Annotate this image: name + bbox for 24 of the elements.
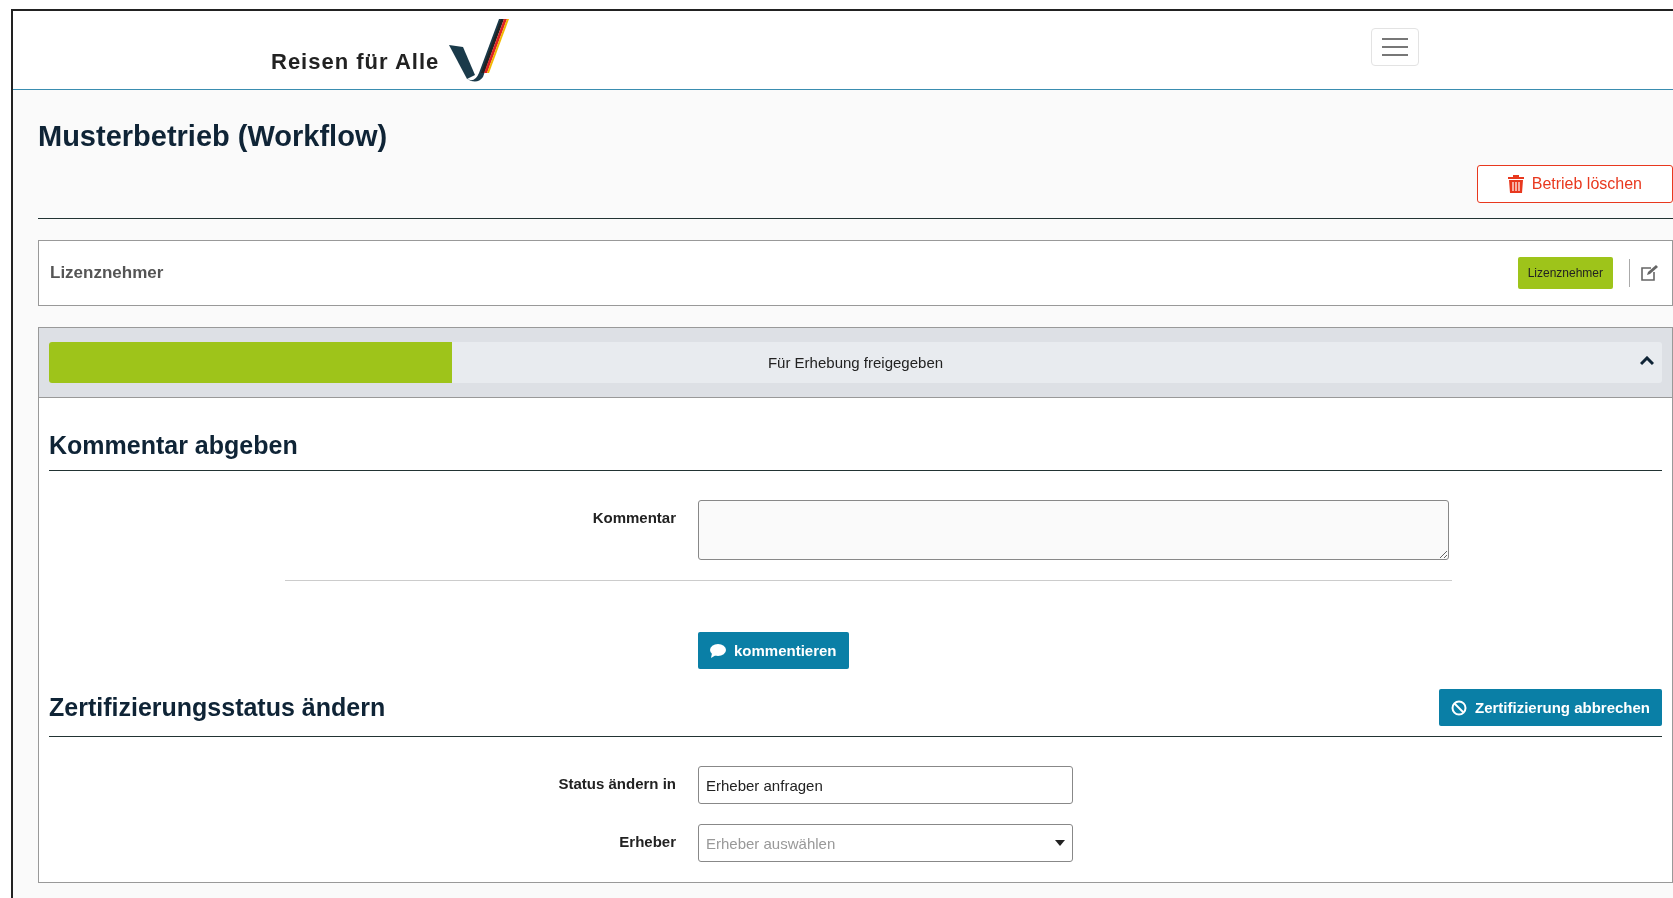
trash-icon: [1507, 175, 1524, 193]
comment-button[interactable]: kommentieren: [698, 632, 849, 669]
edit-icon[interactable]: [1641, 265, 1658, 281]
prohibited-icon: [1450, 699, 1467, 716]
card-title: Lizenznehmer: [50, 263, 165, 283]
licensee-badge: Lizenznehmer: [1517, 257, 1613, 289]
caret-icon: [1055, 840, 1065, 846]
field-label: Erheber: [618, 832, 676, 850]
logo-text: Reisen für Alle: [271, 49, 440, 75]
menu-button[interactable]: [1371, 28, 1419, 66]
select-field[interactable]: Erheber auswählen: [698, 824, 1073, 862]
menu-icon: [1382, 38, 1408, 56]
section-heading: Zertifizierungsstatus ändern: [49, 693, 386, 722]
status-field[interactable]: Erheber anfragen: [698, 766, 1073, 804]
delete-button[interactable]: Betrieb löschen: [1476, 165, 1673, 203]
cancel-certification-button[interactable]: Zertifizierung abbrechen: [1438, 689, 1662, 726]
page-title: Musterbetrieb (Workflow): [38, 120, 389, 153]
speech-bubble-icon: [710, 643, 726, 658]
field-label: Status ändern in: [557, 774, 676, 792]
section-heading: Kommentar abgeben: [49, 431, 298, 460]
status-progress-bar[interactable]: Für Erhebung freigegeben: [49, 342, 1662, 383]
field-label: Kommentar: [591, 508, 676, 526]
comment-field[interactable]: [698, 500, 1449, 560]
logo-checkmark-icon: [447, 17, 510, 83]
